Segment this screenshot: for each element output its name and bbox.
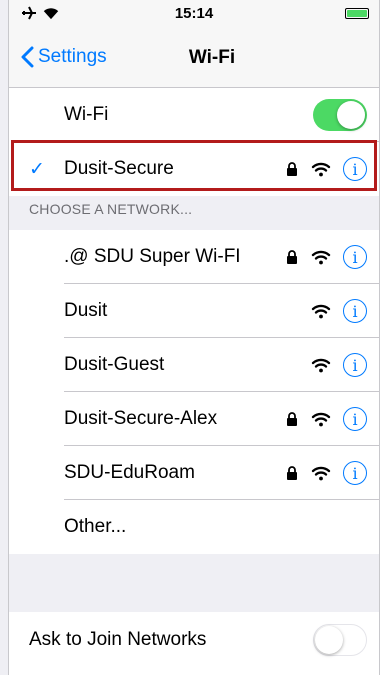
network-name: .@ SDU Super Wi-FI [64, 246, 241, 267]
info-icon[interactable]: i [343, 407, 367, 431]
info-icon[interactable]: i [343, 353, 367, 377]
info-icon[interactable]: i [343, 157, 367, 181]
ask-join-label: Ask to Join Networks [29, 629, 207, 650]
ask-join-row: Ask to Join Networks [9, 612, 379, 668]
wifi-signal-icon [311, 466, 331, 481]
network-row[interactable]: .@ SDU Super Wi-FI i [9, 230, 379, 284]
network-name: Dusit-Guest [64, 354, 165, 375]
network-row[interactable]: Dusit i [9, 284, 379, 338]
network-name: Dusit [64, 300, 108, 321]
wifi-toggle[interactable] [313, 99, 367, 131]
other-label: Other... [64, 516, 127, 537]
wifi-toggle-row: Wi-Fi [9, 88, 379, 142]
wifi-group: Wi-Fi ✓ Dusit-Secure i [9, 88, 379, 196]
section-header: CHOOSE A NETWORK... [29, 201, 193, 217]
network-name: Dusit-Secure [64, 158, 174, 179]
wifi-signal-icon [311, 250, 331, 265]
wifi-settings-screen: 15:14 Settings Wi-Fi Wi-Fi ✓ Dusit-Secur… [8, 0, 380, 675]
network-row[interactable]: SDU-EduRoam i [9, 446, 379, 500]
network-row[interactable]: Dusit-Guest i [9, 338, 379, 392]
ask-join-group: Ask to Join Networks [9, 612, 379, 675]
status-time: 15:14 [174, 5, 214, 22]
checkmark-icon: ✓ [29, 158, 45, 180]
lock-icon [287, 466, 297, 480]
info-icon[interactable]: i [343, 299, 367, 323]
navigation-bar: Settings Wi-Fi [9, 28, 379, 88]
info-icon[interactable]: i [343, 461, 367, 485]
page-title: Wi-Fi [188, 47, 236, 68]
connected-network-row[interactable]: ✓ Dusit-Secure i [9, 142, 379, 196]
lock-icon [287, 250, 297, 264]
lock-icon [287, 412, 297, 426]
network-name: Dusit-Secure-Alex [64, 408, 218, 429]
wifi-signal-icon [311, 412, 331, 427]
lock-icon [287, 162, 297, 176]
network-list: .@ SDU Super Wi-FI i Dusit i Dusit-Guest… [9, 230, 379, 554]
info-icon[interactable]: i [343, 245, 367, 269]
wifi-label: Wi-Fi [64, 104, 109, 125]
ask-join-toggle[interactable] [313, 624, 367, 656]
wifi-signal-icon [311, 304, 331, 319]
wifi-signal-icon [311, 162, 331, 177]
other-network-row[interactable]: Other... [9, 500, 379, 554]
network-name: SDU-EduRoam [64, 462, 195, 483]
wifi-signal-icon [311, 358, 331, 373]
status-bar: 15:14 [9, 0, 379, 28]
battery-icon [345, 8, 369, 19]
network-row[interactable]: Dusit-Secure-Alex i [9, 392, 379, 446]
